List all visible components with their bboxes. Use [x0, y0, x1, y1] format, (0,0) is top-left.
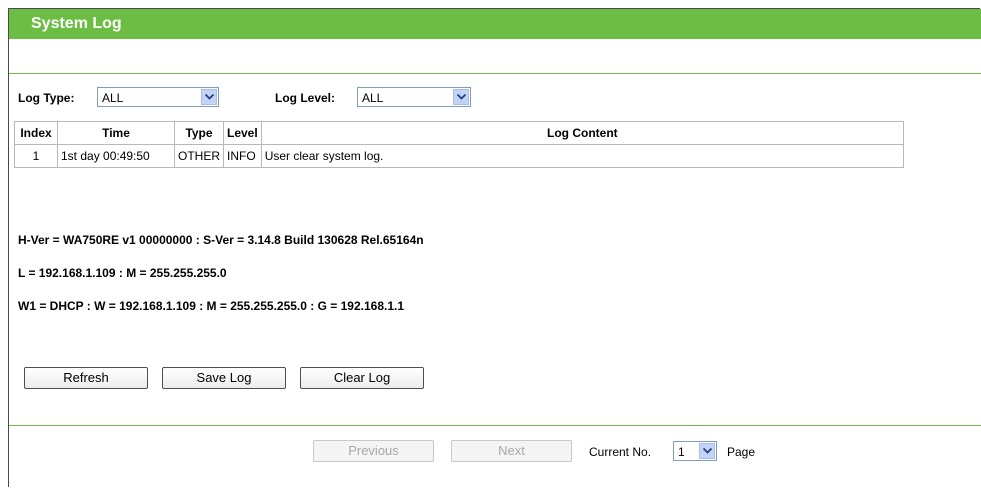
- log-type-value: ALL: [102, 91, 124, 105]
- table-row: 1 1st day 00:49:50 OTHER INFO User clear…: [14, 144, 905, 168]
- current-page-select[interactable]: 1: [673, 441, 717, 461]
- cell-type: OTHER: [174, 144, 224, 168]
- chevron-down-icon[interactable]: [201, 89, 217, 105]
- current-no-label: Current No.: [589, 445, 652, 459]
- log-level-label: Log Level:: [275, 91, 336, 105]
- content-frame: [8, 8, 980, 487]
- clear-log-button[interactable]: Clear Log: [300, 367, 424, 389]
- version-info: H-Ver = WA750RE v1 00000000 : S-Ver = 3.…: [18, 233, 424, 247]
- divider-top: [9, 73, 981, 74]
- column-header-time: Time: [57, 121, 175, 145]
- divider-bottom: [9, 425, 981, 426]
- log-type-label: Log Type:: [18, 91, 75, 105]
- filter-row: Log Type: ALL Log Level: ALL: [18, 87, 618, 109]
- wan-info: W1 = DHCP : W = 192.168.1.109 : M = 255.…: [18, 299, 405, 313]
- previous-button[interactable]: Previous: [313, 440, 434, 462]
- column-header-log-content: Log Content: [260, 121, 905, 145]
- next-button[interactable]: Next: [451, 440, 572, 462]
- page-title: System Log: [31, 15, 122, 32]
- lan-info: L = 192.168.1.109 : M = 255.255.255.0: [18, 266, 227, 280]
- log-level-value: ALL: [362, 91, 384, 105]
- log-type-select[interactable]: ALL: [97, 87, 219, 107]
- refresh-button[interactable]: Refresh: [24, 367, 148, 389]
- title-bar: System Log: [9, 9, 981, 39]
- log-level-select[interactable]: ALL: [357, 87, 471, 107]
- cell-log-content: User clear system log.: [260, 144, 905, 168]
- cell-index: 1: [14, 144, 58, 168]
- table-header-row: Index Time Type Level Log Content: [14, 121, 905, 145]
- page-label: Page: [727, 445, 756, 459]
- column-header-index: Index: [14, 121, 58, 145]
- save-log-button[interactable]: Save Log: [162, 367, 286, 389]
- current-page-value: 1: [678, 445, 685, 459]
- column-header-type: Type: [174, 121, 224, 145]
- log-table: Index Time Type Level Log Content 1 1st …: [14, 121, 905, 168]
- cell-time: 1st day 00:49:50: [57, 144, 175, 168]
- chevron-down-icon[interactable]: [699, 443, 715, 459]
- cell-level: INFO: [223, 144, 262, 168]
- column-header-level: Level: [223, 121, 262, 145]
- chevron-down-icon[interactable]: [453, 89, 469, 105]
